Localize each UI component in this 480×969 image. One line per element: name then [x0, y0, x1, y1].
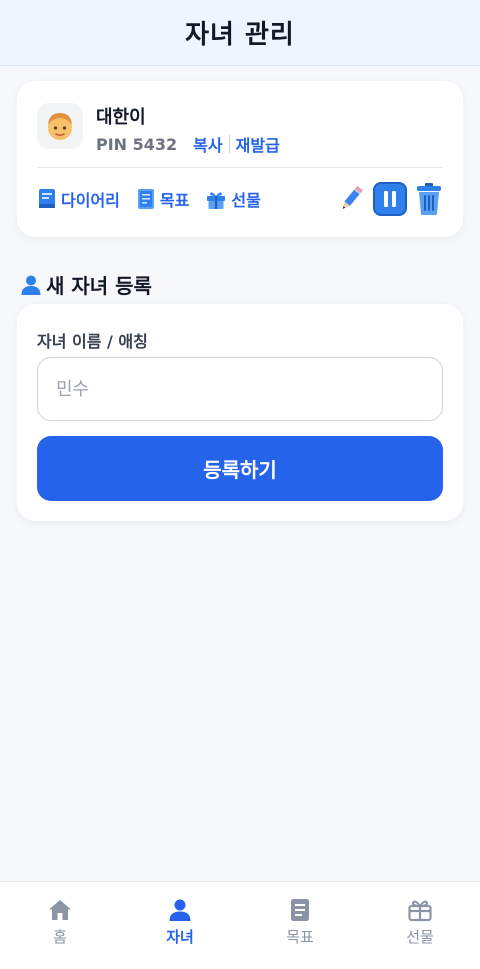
nav-item-home[interactable]: 홈: [0, 882, 120, 969]
child-actions: 다이어리 목표 선물: [37, 187, 277, 211]
child-tools: [329, 182, 443, 216]
pin-row: PIN 5432 복사 재발급: [96, 132, 280, 156]
register-form-card: 자녀 이름 / 애칭 등록하기: [17, 304, 463, 521]
diary-icon: [39, 189, 55, 208]
diary-label: 다이어리: [61, 191, 120, 210]
child-pin: PIN 5432: [96, 134, 178, 154]
copy-pin-button[interactable]: 복사: [193, 132, 222, 156]
register-button[interactable]: 등록하기: [37, 436, 443, 501]
nav-item-gifts[interactable]: 선물: [360, 882, 480, 969]
page-title: 자녀 관리: [185, 20, 295, 50]
child-name-input[interactable]: [37, 357, 443, 421]
app-header: 자녀 관리: [0, 0, 480, 66]
nav-label-home: 홈: [53, 928, 67, 946]
trash-icon: [417, 183, 441, 215]
gift-label: 선물: [231, 191, 261, 210]
nav-label-children: 자녀: [166, 928, 194, 946]
register-section-title: 새 자녀 등록: [20, 270, 152, 299]
boy-face-icon: [48, 113, 72, 140]
child-name: 대한이: [96, 107, 146, 128]
child-avatar: [37, 103, 83, 149]
home-icon: [49, 900, 71, 920]
delete-button[interactable]: [415, 182, 443, 216]
bottom-nav: 홈 자녀 목표 선물: [0, 881, 480, 969]
person-icon: [169, 899, 191, 921]
document-icon: [291, 899, 309, 921]
child-card: 대한이 PIN 5432 복사 재발급 다이어리 목표 선물: [17, 81, 463, 237]
nav-label-gifts: 선물: [406, 928, 434, 946]
goal-button[interactable]: 목표: [136, 187, 189, 211]
gift-icon: [408, 900, 432, 922]
pencil-icon: [342, 186, 363, 209]
register-title-text: 새 자녀 등록: [46, 274, 152, 298]
nav-item-goals[interactable]: 목표: [240, 882, 360, 969]
goal-label: 목표: [159, 191, 190, 210]
card-divider: [37, 167, 443, 168]
gift-icon: [207, 192, 226, 209]
pause-icon: [384, 191, 396, 207]
diary-button[interactable]: 다이어리: [37, 187, 120, 211]
goal-icon: [137, 189, 154, 209]
nav-item-children[interactable]: 자녀: [120, 882, 240, 969]
nav-label-goals: 목표: [286, 928, 314, 946]
pause-button[interactable]: [373, 182, 407, 216]
person-icon: [21, 275, 41, 295]
name-field-label: 자녀 이름 / 애칭: [37, 332, 148, 351]
pin-separator: [228, 135, 230, 153]
gift-button[interactable]: 선물: [205, 187, 261, 211]
reissue-pin-button[interactable]: 재발급: [236, 132, 280, 156]
edit-button[interactable]: [337, 183, 365, 215]
